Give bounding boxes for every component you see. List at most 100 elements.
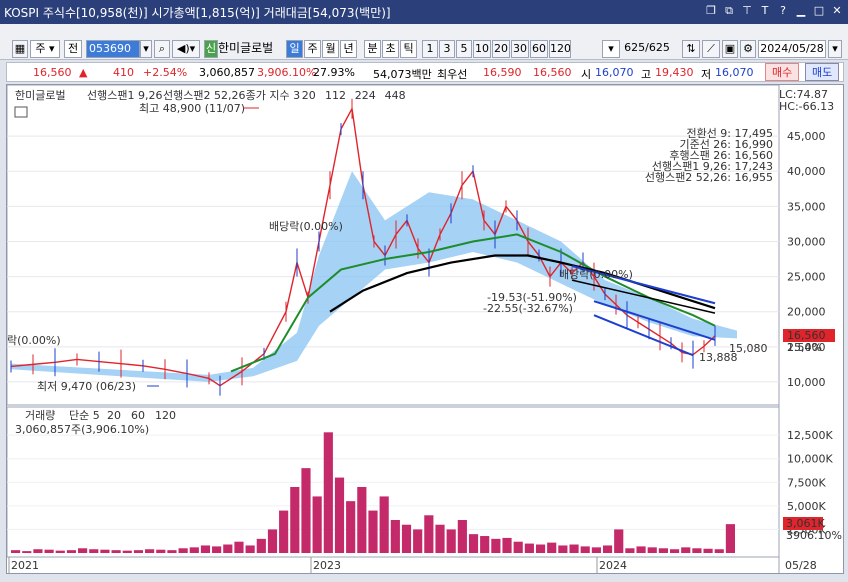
minimize-icon[interactable]: ▁ bbox=[794, 4, 808, 18]
volume-legend-item: 60 bbox=[131, 409, 145, 422]
volume-bar bbox=[212, 546, 222, 553]
volume-bar bbox=[44, 549, 54, 553]
volume-bar bbox=[580, 546, 590, 553]
period-tab-1[interactable]: 주 bbox=[304, 40, 321, 58]
volume-bar bbox=[66, 550, 77, 553]
volume-bar bbox=[681, 547, 691, 553]
price-tick-label: 45,000 bbox=[787, 130, 826, 143]
sell-button[interactable]: 매도 bbox=[805, 63, 840, 81]
pin-icon[interactable]: ⊤ bbox=[740, 4, 754, 18]
ask-price: 16,590 bbox=[483, 66, 522, 79]
volume-bar bbox=[357, 487, 367, 553]
chart-canvas[interactable]: 10,00015,00020,00025,00030,00035,00040,0… bbox=[7, 85, 843, 573]
period-tab-2[interactable]: 월 bbox=[322, 40, 339, 58]
text-icon[interactable]: T bbox=[758, 4, 772, 18]
open-price: 16,070 bbox=[595, 66, 634, 79]
ichimoku-value: 선행스팬2 52,26: 16,955 bbox=[645, 171, 773, 184]
volume-bar bbox=[480, 536, 490, 553]
volume-ratio: 3,906.10% bbox=[257, 66, 317, 79]
current-price: 16,560 bbox=[33, 66, 72, 79]
volume-bar bbox=[11, 550, 21, 553]
volume-bar bbox=[89, 549, 99, 553]
interval-tab-3[interactable]: 10 bbox=[473, 40, 491, 58]
volume-bar bbox=[547, 542, 557, 553]
interval-tab-0[interactable]: 1 bbox=[422, 40, 438, 58]
period-tab-3[interactable]: 년 bbox=[340, 40, 357, 58]
maximize-icon[interactable]: □ bbox=[812, 4, 826, 18]
interval-tab-2[interactable]: 5 bbox=[456, 40, 472, 58]
volume-bar bbox=[133, 550, 144, 553]
period-tab-0[interactable]: 일 bbox=[286, 40, 303, 58]
code-input[interactable]: 053690 bbox=[86, 40, 140, 58]
period-tab-4[interactable]: 분 bbox=[364, 40, 381, 58]
search-icon[interactable]: ⌕ bbox=[154, 40, 170, 58]
x-tick-label: 2024 bbox=[599, 559, 627, 572]
volume-header-value: 3,060,857주(3,906.10%) bbox=[15, 423, 149, 436]
volume-bar bbox=[569, 544, 579, 553]
volume-bar bbox=[725, 524, 735, 553]
volume-bar bbox=[334, 477, 345, 553]
interval-tab-6[interactable]: 60 bbox=[530, 40, 548, 58]
up-arrow-icon: ▲ bbox=[79, 66, 88, 79]
interval-tab-5[interactable]: 30 bbox=[511, 40, 529, 58]
buy-button[interactable]: 매수 bbox=[765, 63, 800, 81]
price-13888-label: 13,888 bbox=[699, 351, 738, 364]
volume-bar bbox=[200, 545, 211, 553]
low-price: 16,070 bbox=[715, 66, 754, 79]
dividend-annotation-3: 락(0.00%) bbox=[7, 334, 61, 347]
volume-bar bbox=[647, 547, 657, 553]
volume-legend-item: 120 bbox=[155, 409, 176, 422]
date-field[interactable]: 2024/05/28 bbox=[758, 40, 826, 58]
volume-bar bbox=[446, 529, 456, 553]
interval-tab-1[interactable]: 3 bbox=[439, 40, 455, 58]
period-tab-5[interactable]: 초 bbox=[382, 40, 399, 58]
restore-icon[interactable]: ❐ bbox=[704, 4, 718, 18]
window-titlebar: KOSPI 주식수[10,958(천)] 시가총액[1,815(억)] 거래대금… bbox=[0, 0, 848, 24]
interval-tab-7[interactable]: 120 bbox=[549, 40, 571, 58]
price-tick-label: 10,000 bbox=[787, 376, 826, 389]
volume-bar bbox=[234, 541, 244, 553]
hc-label: HC:-66.13 bbox=[779, 100, 834, 113]
bid-price: 16,560 bbox=[533, 66, 572, 79]
volume-bar bbox=[692, 548, 702, 553]
volume-bar bbox=[279, 510, 289, 553]
copy-icon[interactable]: ⧉ bbox=[722, 4, 736, 18]
code-dropdown-icon[interactable]: ▾ bbox=[140, 40, 152, 58]
speaker-icon[interactable]: ◀)▾ bbox=[172, 40, 200, 58]
change-percent: +2.54% bbox=[143, 66, 188, 79]
legend-item: 20 bbox=[302, 89, 316, 102]
legend-item: 선행스팬1 9,26 bbox=[87, 89, 162, 102]
volume-bar bbox=[111, 550, 121, 553]
interval-tab-4[interactable]: 20 bbox=[492, 40, 510, 58]
legend-item: 112 bbox=[325, 89, 346, 102]
volume-bar bbox=[669, 549, 680, 553]
compare-icon[interactable]: ⇅ bbox=[682, 40, 700, 58]
volume-bar bbox=[457, 520, 467, 553]
high-price: 19,430 bbox=[655, 66, 694, 79]
save-icon[interactable]: ▣ bbox=[722, 40, 738, 58]
help-icon[interactable]: ? bbox=[776, 4, 790, 18]
chart-area[interactable]: 10,000 15,000 20,000 25,000 30,000 35,000 40,0… bbox=[6, 84, 844, 574]
volume-bar bbox=[491, 538, 501, 553]
volume-bar bbox=[502, 537, 512, 553]
window-title: KOSPI 주식수[10,958(천)] 시가총액[1,815(억)] 거래대금… bbox=[4, 5, 391, 20]
close-icon[interactable]: ✕ bbox=[830, 4, 844, 18]
prev-button[interactable]: 전 bbox=[64, 40, 82, 58]
volume-bar bbox=[167, 550, 177, 553]
turnover-percent: 27.93% bbox=[313, 66, 355, 79]
chart-toolbar: ▦ 주 ▾ 전 053690 ▾ ⌕ ◀)▾ 신 한미글로벌 ▾ 625/625… bbox=[0, 24, 848, 60]
period-tab-6[interactable]: 틱 bbox=[400, 40, 417, 58]
volume-bar bbox=[636, 546, 646, 553]
grid-menu-icon[interactable]: ▦ bbox=[12, 40, 28, 58]
type-select[interactable]: 주 ▾ bbox=[30, 40, 60, 58]
settings-gear-icon[interactable]: ⚙ bbox=[740, 40, 756, 58]
page-count: 625/625 bbox=[624, 41, 670, 54]
interval-dropdown[interactable]: ▾ bbox=[602, 40, 620, 58]
volume-bar bbox=[122, 550, 132, 553]
date-picker-icon[interactable]: ▾ bbox=[828, 40, 842, 58]
volume-bar bbox=[513, 541, 523, 553]
volume-bar bbox=[390, 520, 400, 553]
draw-line-icon[interactable]: ⟋ bbox=[702, 40, 720, 58]
volume-pct-badge: 3906.10% bbox=[786, 529, 842, 542]
volume-bar bbox=[413, 529, 423, 553]
